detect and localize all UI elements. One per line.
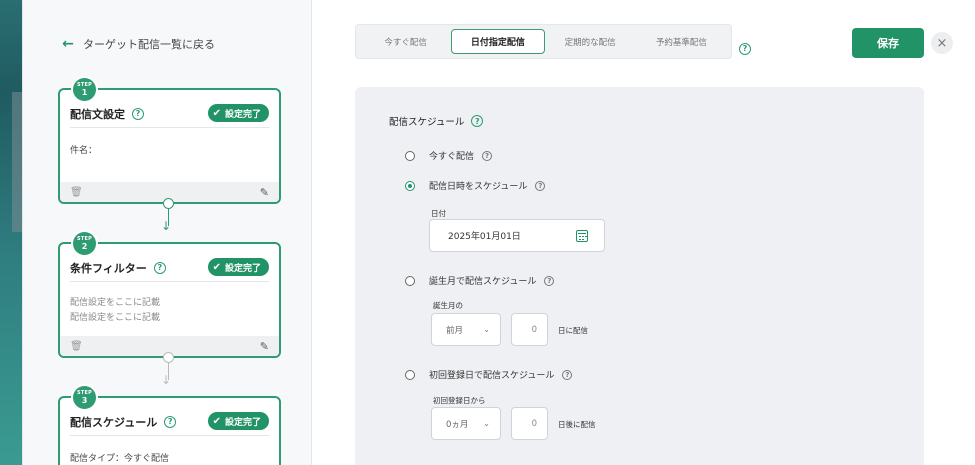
step-card-2[interactable]: STEP 2 条件フィルター ? ✔ 設定完了 配信設定をここに記載 配信設定を… [58, 230, 281, 358]
step-header: 条件フィルター ? ✔ 設定完了 [70, 258, 269, 282]
help-icon[interactable]: ? [562, 369, 573, 380]
status-badge: ✔ 設定完了 [207, 104, 269, 122]
close-icon[interactable]: × [931, 32, 953, 54]
tab-now[interactable]: 今すぐ配信 [360, 29, 451, 54]
tab-date[interactable]: 日付指定配信 [451, 29, 545, 54]
status-badge: ✔ 設定完了 [207, 412, 269, 430]
step-title: 条件フィルター [70, 261, 147, 275]
back-link-label: ターゲット配信一覧に戻る [83, 38, 215, 51]
radio-button[interactable] [405, 275, 415, 286]
pencil-icon[interactable]: ✎ [260, 340, 269, 353]
option-now[interactable]: 今すぐ配信 ? [405, 149, 493, 162]
check-icon: ✔ [212, 261, 221, 273]
step-header: 配信スケジュール ? ✔ 設定完了 [70, 412, 269, 436]
step-summary: 件名： [70, 146, 98, 156]
schedule-panel: 配信スケジュール ? 今すぐ配信 ? 配信日時をスケジュール ? 日付 2025… [355, 87, 924, 465]
arrow-down-icon: ↓ [161, 373, 172, 387]
date-label: 日付 [431, 209, 446, 218]
step-card-1[interactable]: STEP 1 配信文設定 ? ✔ 設定完了 件名： 🗑 ✎ [58, 76, 281, 204]
delivery-type-tabs: 今すぐ配信 日付指定配信 定期的な配信 予約基準配信 [355, 24, 732, 59]
step-badge-1: STEP 1 [71, 76, 98, 103]
tab-recurring[interactable]: 定期的な配信 [545, 29, 636, 54]
chevron-down-icon: ⌄ [483, 419, 490, 428]
arrow-left-icon: ← [62, 36, 74, 52]
check-icon: ✔ [212, 107, 221, 119]
step-panel: ← ターゲット配信一覧に戻る STEP 1 配信文設定 ? ✔ 設定完了 件名：… [23, 0, 312, 465]
background-overlay [0, 0, 22, 465]
radio-button[interactable] [405, 180, 415, 191]
option-first-registration[interactable]: 初回登録日で配信スケジュール ? [405, 368, 573, 381]
connector-dot [163, 198, 174, 209]
help-icon[interactable]: ? [153, 261, 166, 274]
schedule-modal: ← ターゲット配信一覧に戻る STEP 1 配信文設定 ? ✔ 設定完了 件名：… [22, 0, 975, 465]
step-title: 配信文設定 [70, 107, 125, 121]
tabs-help: ? [739, 36, 751, 55]
help-icon[interactable]: ? [132, 107, 144, 120]
step-header: 配信文設定 ? ✔ 設定完了 [70, 104, 269, 128]
step-card-3[interactable]: STEP 3 配信スケジュール ? ✔ 設定完了 配信タイプ：今すぐ配信 [58, 384, 281, 465]
status-badge: ✔ 設定完了 [207, 258, 269, 276]
step-title: 配信スケジュール [70, 415, 158, 429]
help-icon[interactable]: ? [164, 415, 177, 428]
radio-button[interactable] [405, 150, 415, 161]
back-to-list-link[interactable]: ← ターゲット配信一覧に戻る [61, 36, 215, 52]
trash-icon[interactable]: 🗑 [70, 187, 83, 198]
help-icon[interactable]: ? [535, 180, 546, 191]
step-badge-2: STEP 2 [71, 230, 98, 257]
trash-icon[interactable]: 🗑 [70, 341, 83, 352]
first-reg-day-input[interactable]: 0 [511, 407, 548, 440]
connector-dot [163, 352, 174, 363]
chevron-down-icon: ⌄ [483, 325, 490, 334]
step-summary: 配信設定をここに記載 配信設定をここに記載 [70, 298, 161, 323]
option-datetime[interactable]: 配信日時をスケジュール ? [405, 179, 546, 192]
arrow-down-icon: ↓ [161, 219, 172, 233]
option-birthday[interactable]: 誕生月で配信スケジュール ? [405, 274, 555, 287]
help-icon[interactable]: ? [482, 150, 493, 161]
date-value: 2025年01月01日 [448, 232, 521, 242]
step-summary: 配信タイプ：今すぐ配信 [70, 454, 170, 464]
help-icon[interactable]: ? [544, 275, 555, 286]
first-reg-label: 初回登録日から [433, 396, 486, 405]
help-icon[interactable]: ? [739, 42, 751, 55]
background-scrollbar [12, 92, 22, 232]
radio-button[interactable] [405, 369, 415, 380]
first-reg-month-select[interactable]: 0ヵ月 ⌄ [431, 407, 501, 440]
first-reg-suffix: 日後に配信 [558, 420, 596, 429]
pencil-icon[interactable]: ✎ [260, 186, 269, 199]
birthday-month-select[interactable]: 前月 ⌄ [431, 313, 501, 346]
section-title: 配信スケジュール ? [389, 114, 484, 128]
help-icon[interactable]: ? [471, 115, 484, 127]
birthday-label: 誕生月の [433, 301, 463, 310]
save-button[interactable]: 保存 [852, 28, 924, 58]
birthday-day-input[interactable]: 0 [511, 313, 548, 346]
calendar-icon[interactable] [576, 229, 588, 242]
birthday-suffix: 日に配信 [558, 326, 588, 335]
step-badge-3: STEP 3 [71, 384, 98, 411]
date-input[interactable]: 2025年01月01日 [429, 219, 605, 252]
check-icon: ✔ [212, 415, 221, 427]
tab-reservation[interactable]: 予約基準配信 [636, 29, 727, 54]
